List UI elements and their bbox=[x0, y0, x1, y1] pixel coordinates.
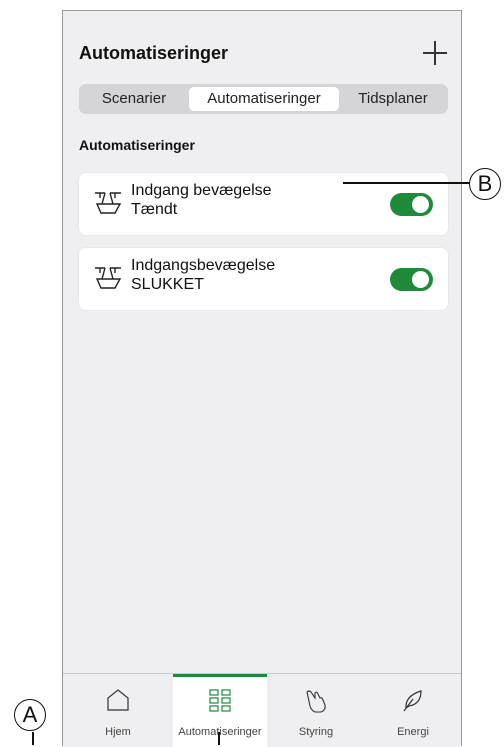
tab-hjem[interactable]: Hjem bbox=[63, 674, 173, 747]
active-indicator bbox=[173, 674, 267, 677]
leaf-icon bbox=[403, 690, 422, 712]
tab-tidsplaner[interactable]: Tidsplaner bbox=[342, 87, 444, 111]
callout-b-line bbox=[343, 182, 470, 184]
automation-state: SLUKKET bbox=[131, 276, 204, 293]
tab-energi[interactable]: Energi bbox=[365, 674, 461, 747]
tab-label: Automatiseringer bbox=[178, 726, 262, 738]
section-title: Automatiseringer bbox=[79, 137, 195, 153]
automation-state: Tændt bbox=[131, 201, 178, 218]
callout-b: B bbox=[469, 168, 501, 200]
add-automation-button[interactable] bbox=[421, 39, 449, 67]
automation-toggle[interactable] bbox=[390, 268, 433, 291]
grid-icon bbox=[209, 689, 231, 712]
tab-label: Hjem bbox=[105, 726, 131, 738]
automation-name: Indgang bevægelse bbox=[131, 182, 272, 199]
motion-sensor-icon bbox=[95, 267, 122, 289]
page-title: Automatiseringer bbox=[79, 43, 229, 63]
tab-automatiseringer[interactable]: Automatiseringer bbox=[189, 87, 339, 111]
motion-sensor-icon bbox=[95, 192, 122, 214]
home-icon bbox=[107, 689, 129, 711]
hand-icon bbox=[306, 690, 326, 713]
bottom-tab-bar: Hjem Automatiseringer Styring Energi bbox=[63, 673, 461, 747]
automation-name: Indgangsbevægelse bbox=[131, 257, 276, 274]
callout-a: A bbox=[14, 699, 46, 731]
callout-a-line-2 bbox=[218, 732, 220, 745]
automation-toggle[interactable] bbox=[390, 193, 433, 216]
tab-label: Energi bbox=[397, 726, 429, 738]
tab-automatiseringer-nav[interactable]: Automatiseringer bbox=[173, 674, 267, 747]
tab-scenarier[interactable]: Scenarier bbox=[83, 87, 185, 111]
callout-a-line bbox=[32, 732, 34, 745]
app-screen: Automatiseringer Scenarier Automatiserin… bbox=[62, 10, 462, 747]
tab-styring[interactable]: Styring bbox=[267, 674, 365, 747]
segmented-control: Scenarier Automatiseringer Tidsplaner bbox=[79, 84, 448, 114]
automation-card[interactable]: Indgangsbevægelse SLUKKET bbox=[79, 248, 448, 310]
tab-label: Styring bbox=[298, 726, 334, 738]
